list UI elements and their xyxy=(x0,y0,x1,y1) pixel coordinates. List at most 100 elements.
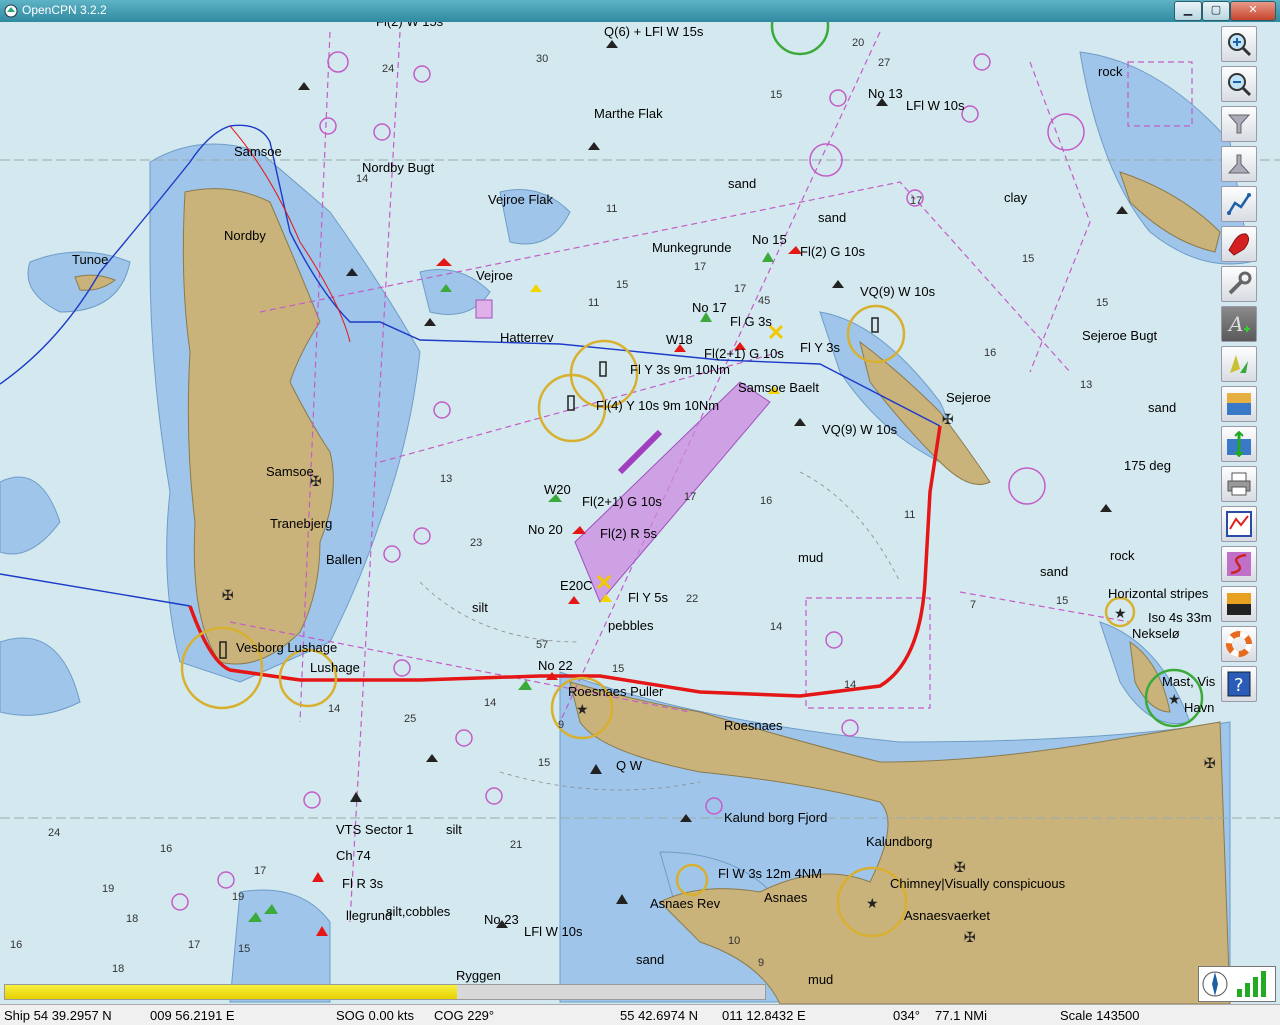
light-label: VQ(9) W 10s xyxy=(860,284,936,299)
cursor-distance: 77.1 NMi xyxy=(935,1008,988,1023)
svg-text:17: 17 xyxy=(684,491,696,503)
svg-text:16: 16 xyxy=(10,939,22,951)
place-label: No 23 xyxy=(484,912,519,927)
route-icon xyxy=(1227,193,1251,215)
light-label: Fl Y 3s 9m 10Nm xyxy=(630,362,730,377)
route-manager-button[interactable] xyxy=(1221,506,1257,542)
text-a-icon: A xyxy=(1227,312,1250,336)
scale-out-button[interactable] xyxy=(1221,146,1257,182)
place-label: Asnaesvaerket xyxy=(904,908,990,923)
place-label: Ballen xyxy=(326,552,362,567)
light-label: LFl W 10s xyxy=(524,924,583,939)
svg-text:14: 14 xyxy=(844,679,856,691)
svg-text:15: 15 xyxy=(1096,297,1108,309)
maximize-button[interactable]: ▢ xyxy=(1202,1,1230,21)
route-button[interactable] xyxy=(1221,186,1257,222)
place-label: Samsoe Baelt xyxy=(738,380,819,395)
gps-status-widget[interactable] xyxy=(1198,966,1276,1002)
help-button[interactable]: ? xyxy=(1221,666,1257,702)
svg-text:17: 17 xyxy=(254,865,266,877)
cursor-lat: 55 42.6974 N xyxy=(620,1008,699,1023)
route-manager-icon xyxy=(1226,511,1252,537)
nautical-chart-canvas[interactable]: ★ ★ ★ ★ ✠ ✠ ✠ ✠ ✠ ✠ 24 30 20 27 15 14 11 17 15 17 17 45… xyxy=(0,22,1280,1004)
light-label: LFl W 10s xyxy=(906,98,965,113)
zoom-in-button[interactable] xyxy=(1221,26,1257,62)
man-overboard-button[interactable] xyxy=(1221,626,1257,662)
title-bar: OpenCPN 3.2.2 ▁ ▢ ✕ xyxy=(0,0,1280,22)
colour-scheme-button[interactable] xyxy=(1221,586,1257,622)
svg-text:✠: ✠ xyxy=(222,587,234,603)
course-over-ground: COG 229° xyxy=(434,1008,495,1023)
svg-text:13: 13 xyxy=(1080,379,1092,391)
place-label: mud xyxy=(808,972,833,987)
svg-text:24: 24 xyxy=(382,63,394,75)
place-label: silt xyxy=(446,822,462,837)
place-label: Vejroe Flak xyxy=(488,192,554,207)
svg-text:18: 18 xyxy=(126,913,138,925)
zoom-out-button[interactable] xyxy=(1221,66,1257,102)
place-label: Kalund borg Fjord xyxy=(724,810,827,825)
place-label: Tranebjerg xyxy=(270,516,332,531)
funnel-down-icon xyxy=(1227,114,1251,134)
place-label: Roesnaes xyxy=(724,718,783,733)
light-label: Q(6) + LFl W 15s xyxy=(604,24,704,39)
tide-height-icon xyxy=(1227,431,1251,457)
light-label: Fl(2) W 15s xyxy=(376,22,444,29)
place-label: Asnaes xyxy=(764,890,808,905)
place-label: Marthe Flak xyxy=(594,106,663,121)
minimize-button[interactable]: ▁ xyxy=(1174,1,1202,21)
svg-text:15: 15 xyxy=(238,943,250,955)
track-icon xyxy=(1227,552,1251,576)
close-button[interactable]: ✕ xyxy=(1230,1,1276,21)
place-label: clay xyxy=(1004,190,1028,205)
tide-button[interactable] xyxy=(1221,386,1257,422)
ship-follow-button[interactable] xyxy=(1221,226,1257,262)
place-label: Horizontal stripes xyxy=(1108,586,1209,601)
track-button[interactable] xyxy=(1221,546,1257,582)
svg-text:21: 21 xyxy=(510,839,522,851)
place-label: Vejroe xyxy=(476,268,513,283)
place-label: Ch 74 xyxy=(336,848,371,863)
svg-text:✠: ✠ xyxy=(1204,755,1216,771)
red-ship-icon xyxy=(1228,233,1250,256)
place-label: pebbles xyxy=(608,618,654,633)
place-label: No 22 xyxy=(538,658,573,673)
place-label: sand xyxy=(818,210,846,225)
place-label: Sejeroe Bugt xyxy=(1082,328,1158,343)
svg-text:14: 14 xyxy=(770,621,782,633)
place-label: 175 deg xyxy=(1124,458,1171,473)
light-label: Fl Y 3s xyxy=(800,340,840,355)
cursor-bearing: 034° xyxy=(893,1008,920,1023)
place-label: sand xyxy=(636,952,664,967)
svg-text:✠: ✠ xyxy=(964,929,976,945)
place-label: sand xyxy=(1040,564,1068,579)
place-label: Roesnaes Puller xyxy=(568,684,664,699)
svg-text:22: 22 xyxy=(686,593,698,605)
svg-text:11: 11 xyxy=(588,297,599,309)
funnel-up-icon xyxy=(1227,154,1251,174)
svg-text:15: 15 xyxy=(1056,595,1068,607)
light-label: Fl(2+1) G 10s xyxy=(582,494,662,509)
svg-text:★: ★ xyxy=(1114,605,1127,621)
place-label: Ryggen xyxy=(456,968,501,983)
place-label: Nekselø xyxy=(1132,626,1180,641)
svg-text:15: 15 xyxy=(616,279,628,291)
current-button[interactable] xyxy=(1221,346,1257,382)
svg-text:★: ★ xyxy=(576,701,589,717)
svg-text:11: 11 xyxy=(904,509,915,521)
svg-text:15: 15 xyxy=(770,89,782,101)
svg-text:17: 17 xyxy=(188,939,200,951)
wrench-icon xyxy=(1228,271,1252,295)
text-toggle-button[interactable]: A xyxy=(1221,306,1257,342)
current-arrows-icon xyxy=(1230,355,1248,373)
svg-text:11: 11 xyxy=(606,203,617,215)
settings-button[interactable] xyxy=(1221,266,1257,302)
scale-in-button[interactable] xyxy=(1221,106,1257,142)
printer-icon xyxy=(1227,472,1251,496)
print-button[interactable] xyxy=(1221,466,1257,502)
place-label: Chimney|Visually conspicuous xyxy=(890,876,1066,891)
place-label: W20 xyxy=(544,482,571,497)
svg-text:13: 13 xyxy=(440,473,452,485)
svg-text:19: 19 xyxy=(232,891,244,903)
tide-height-button[interactable] xyxy=(1221,426,1257,462)
